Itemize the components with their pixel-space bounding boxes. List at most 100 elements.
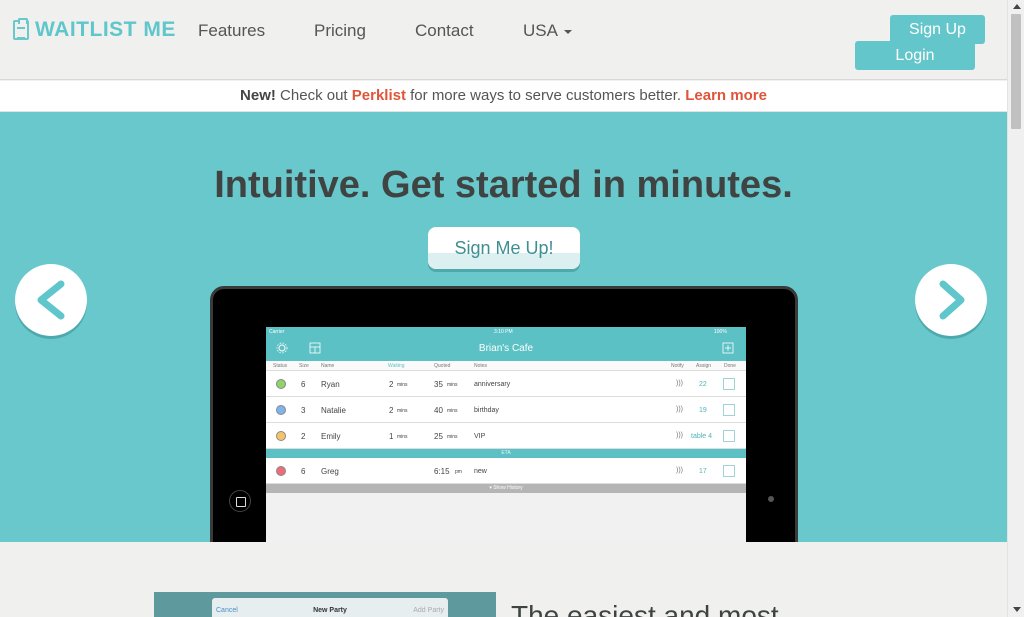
country-dropdown[interactable]: USA [523, 21, 572, 41]
carousel-prev-button[interactable] [15, 264, 87, 336]
notify-icon: ))) [676, 406, 683, 413]
restaurant-name: Brian's Cafe [478, 343, 534, 354]
done-checkbox [723, 404, 735, 416]
status-dot [276, 431, 286, 441]
scroll-down-arrow-icon[interactable] [1013, 607, 1021, 612]
quoted-unit: mins [447, 382, 458, 388]
party-name: Greg [321, 467, 339, 476]
nav-contact[interactable]: Contact [415, 21, 474, 41]
quoted-unit: mins [447, 408, 458, 414]
done-checkbox [723, 430, 735, 442]
eta-divider: ETA [266, 449, 746, 458]
top-navbar: WAITLIST ME Features Pricing Contact USA… [0, 0, 1007, 80]
col-assign: Assign [696, 363, 712, 369]
status-dot [276, 466, 286, 476]
waitlist-column-headers: Status Size Name Waiting Quoted Notes No… [266, 361, 746, 371]
feature-screenshot: Cancel New Party Add Party [154, 592, 496, 617]
col-waiting: Waiting [388, 363, 405, 369]
scrollbar-thumb[interactable] [1011, 14, 1021, 129]
wait-unit: mins [397, 382, 408, 388]
col-size: Size [299, 363, 309, 369]
col-status: Status [273, 363, 288, 369]
new-party-modal: Cancel New Party Add Party [212, 598, 448, 617]
quoted-number: 35 [434, 380, 443, 389]
notify-icon: ))) [676, 380, 683, 387]
hero-title: Intuitive. Get started in minutes. [214, 164, 793, 206]
sign-me-up-label: Sign Me Up! [454, 238, 554, 258]
waitlist-row: 6 Ryan 2 mins 35 mins anniversary ))) 22 [266, 371, 746, 397]
waitlist-row: 3 Natalie 2 mins 40 mins birthday ))) 19 [266, 397, 746, 423]
wait-unit: mins [397, 408, 408, 414]
col-quoted: Quoted [434, 363, 451, 369]
party-size: 6 [301, 467, 306, 476]
assigned-table: 17 [699, 468, 707, 475]
battery-label: 100% [714, 329, 727, 335]
party-notes: birthday [474, 407, 499, 414]
show-history-label: Show History [493, 485, 523, 491]
modal-add: Add Party [413, 607, 444, 614]
sign-me-up-button[interactable]: Sign Me Up! [428, 227, 580, 269]
nav-pricing[interactable]: Pricing [314, 21, 366, 41]
wait-number: 2 [389, 406, 394, 415]
show-history-bar: ▾ Show History [266, 484, 746, 493]
quoted-number: 40 [434, 406, 443, 415]
brand-name: WAITLIST ME [35, 18, 176, 41]
waitlist-row: 2 Emily 1 mins 25 mins VIP ))) table 4 [266, 423, 746, 449]
carousel-next-button[interactable] [915, 264, 987, 336]
tablet-mockup: Carrier 3:10 PM 100% Brian's Cafe Status… [210, 286, 798, 542]
party-notes: anniversary [474, 381, 511, 388]
done-checkbox [723, 465, 735, 477]
wait-number: 2 [389, 380, 394, 389]
col-done: Done [724, 363, 736, 369]
learn-more-link[interactable]: Learn more [685, 87, 767, 104]
party-size: 3 [301, 406, 306, 415]
app-screenshot: Carrier 3:10 PM 100% Brian's Cafe Status… [266, 327, 746, 542]
app-header: Brian's Cafe [266, 337, 746, 361]
hero-carousel: Intuitive. Get started in minutes. Sign … [0, 112, 1007, 542]
party-size: 2 [301, 432, 306, 441]
clipboard-icon [13, 18, 29, 40]
chevron-left-icon [37, 280, 65, 320]
quoted-unit: mins [447, 434, 458, 440]
notify-icon: ))) [676, 467, 683, 474]
wait-number: 1 [389, 432, 394, 441]
scroll-up-arrow-icon[interactable] [1013, 4, 1021, 9]
announcement-banner: New! Check out Perklist for more ways to… [0, 81, 1007, 112]
tablet-camera [768, 496, 774, 502]
assigned-table: 22 [699, 381, 707, 388]
party-name: Natalie [321, 406, 346, 415]
banner-text-1: Check out [280, 87, 348, 104]
perklist-link[interactable]: Perklist [352, 87, 406, 104]
col-name: Name [321, 363, 335, 369]
brand-logo[interactable]: WAITLIST ME [13, 18, 176, 42]
assigned-table: 19 [699, 407, 707, 414]
col-notes: Notes [474, 363, 488, 369]
tablet-home-button [229, 490, 251, 512]
col-notify: Notify [671, 363, 684, 369]
done-checkbox [723, 378, 735, 390]
ios-status-bar: Carrier 3:10 PM 100% [266, 327, 746, 337]
signup-button[interactable]: Sign Up [890, 15, 985, 44]
status-dot [276, 405, 286, 415]
party-notes: new [474, 468, 487, 475]
party-notes: VIP [474, 433, 486, 440]
party-name: Emily [321, 432, 341, 441]
eta-time-unit: pm [455, 469, 462, 475]
eta-time: 6:15 [434, 467, 450, 476]
party-name: Ryan [321, 380, 340, 389]
chevron-right-icon [939, 280, 965, 320]
page-scrollbar[interactable] [1007, 0, 1024, 617]
banner-text-2: for more ways to serve customers better. [410, 87, 682, 104]
status-dot [276, 379, 286, 389]
feature-heading: The easiest and most [511, 600, 779, 617]
nav-features[interactable]: Features [198, 21, 265, 41]
waitlist-row: 6 Greg 6:15 pm new ))) 17 [266, 458, 746, 484]
banner-new-label: New! [240, 87, 276, 104]
login-button[interactable]: Login [855, 41, 975, 70]
wait-unit: mins [397, 434, 408, 440]
assigned-table: table 4 [691, 433, 713, 440]
status-time: 3:10 PM [494, 329, 513, 335]
carrier-label: Carrier [269, 329, 285, 335]
notify-icon: ))) [676, 432, 683, 439]
add-icon [722, 342, 734, 354]
